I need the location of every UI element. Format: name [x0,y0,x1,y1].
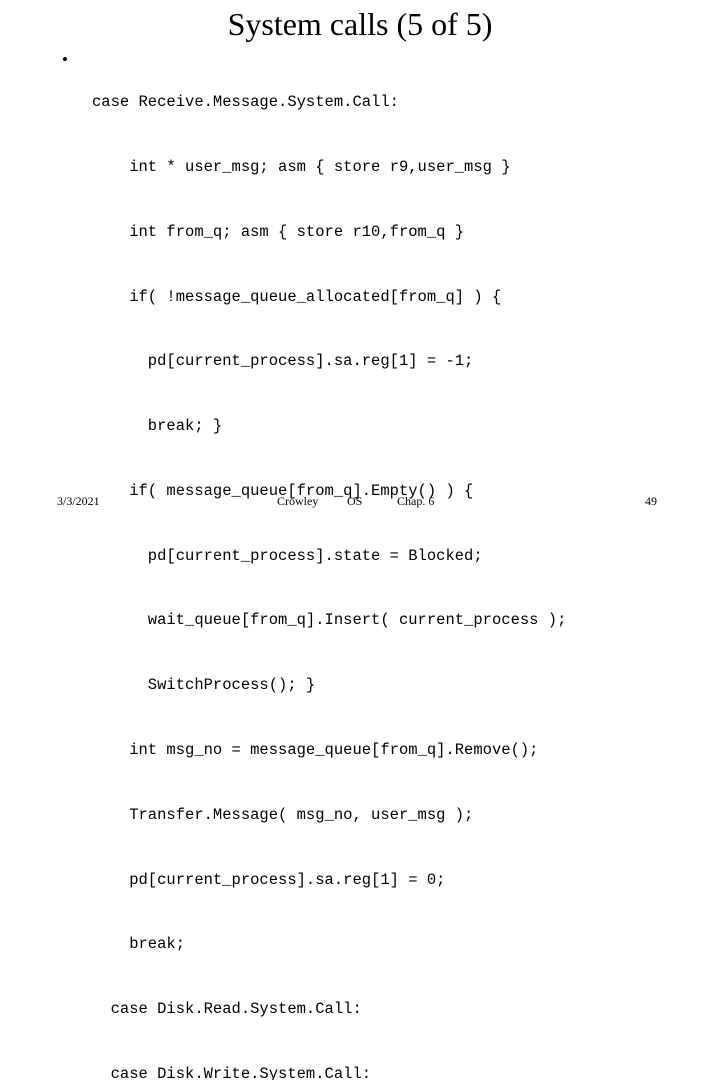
footer-chapter: Chap. 6 [397,494,435,508]
code-line: case Disk.Write.System.Call: [92,1064,372,1080]
code-line: break; } [92,417,223,436]
code-line: pd[current_process].sa.reg[1] = -1; [92,352,474,371]
slide-footer: 3/3/2021 Crowley OS Chap. 6 49 [0,494,720,514]
code-line: if( !message_queue_allocated[from_q] ) { [92,287,502,306]
code-line: Transfer.Message( msg_no, user_msg ); [92,805,474,824]
slide-canvas: System calls (5 of 5) • case Receive.Mes… [0,0,720,1080]
code-line: case Receive.Message.System.Call: [92,93,399,112]
page-title: System calls (5 of 5) [227,6,493,42]
footer-course: OS [347,494,363,508]
code-line: SwitchProcess(); } [92,676,316,695]
code-line: int from_q; asm { store r10,from_q } [92,222,465,241]
code-line: pd[current_process].state = Blocked; [92,546,483,565]
code-line: pd[current_process].sa.reg[1] = 0; [92,870,446,889]
footer-date: 3/3/2021 [57,494,100,508]
code-line: case Disk.Read.System.Call: [92,1000,362,1019]
code-line: int msg_no = message_queue[from_q].Remov… [92,741,539,759]
code-block: case Receive.Message.System.Call: int * … [92,49,688,1080]
footer-author: Crowley [277,494,319,508]
slide-body: • case Receive.Message.System.Call: int … [48,49,688,1080]
code-line: wait_queue[from_q].Insert( current_proce… [92,611,567,630]
code-line: int * user_msg; asm { store r9,user_msg … [92,157,511,176]
code-line: break; [92,935,186,954]
bullet-item: • case Receive.Message.System.Call: int … [48,49,688,1080]
footer-page-number: 49 [645,494,657,508]
bullet-marker: • [62,50,68,69]
